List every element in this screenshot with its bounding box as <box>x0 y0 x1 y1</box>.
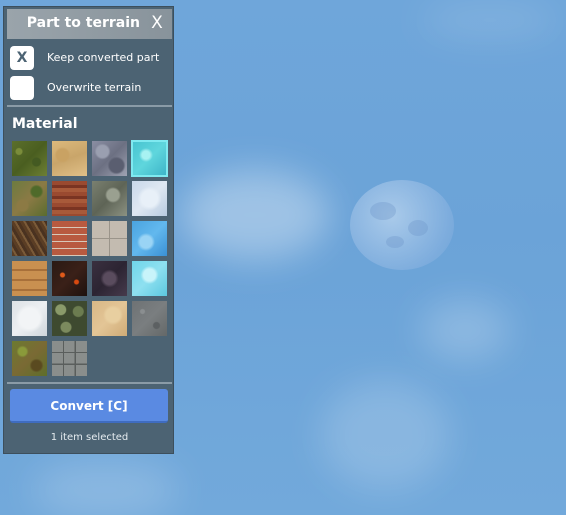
overwrite-terrain-checkbox[interactable] <box>10 76 34 100</box>
convert-button[interactable]: Convert [C] <box>10 389 168 423</box>
cloud <box>420 0 560 40</box>
cloud <box>30 460 180 515</box>
material-swatch-mud[interactable] <box>12 221 47 256</box>
panel-title: Part to terrain <box>26 15 140 31</box>
material-swatch-wood[interactable] <box>52 181 87 216</box>
material-swatch-ice[interactable] <box>132 221 167 256</box>
divider <box>7 382 172 384</box>
keep-converted-part-label: Keep converted part <box>47 51 160 64</box>
material-swatch-pavement[interactable] <box>52 341 87 376</box>
option-keep-converted-part[interactable]: X Keep converted part <box>10 46 170 70</box>
material-swatch-asphalt[interactable] <box>132 301 167 336</box>
material-swatch-sandstone[interactable] <box>92 301 127 336</box>
material-swatch-rock[interactable] <box>92 141 127 176</box>
material-swatch-sand[interactable] <box>52 141 87 176</box>
overwrite-terrain-label: Overwrite terrain <box>47 81 142 94</box>
cloud <box>320 380 450 490</box>
material-swatch-brick[interactable] <box>52 221 87 256</box>
cloud <box>420 300 510 360</box>
keep-converted-part-checkbox[interactable]: X <box>10 46 34 70</box>
material-swatch-cice[interactable] <box>132 261 167 296</box>
material-swatch-lava[interactable] <box>52 261 87 296</box>
panel-titlebar[interactable]: Part to terrain X <box>7 9 172 39</box>
material-swatch-concrete[interactable] <box>92 221 127 256</box>
material-swatch-wplank[interactable] <box>12 261 47 296</box>
material-swatch-snow[interactable] <box>12 301 47 336</box>
close-icon[interactable]: X <box>148 12 166 34</box>
option-overwrite-terrain[interactable]: Overwrite terrain <box>10 76 170 100</box>
selection-status: 1 item selected <box>50 432 129 443</box>
cloud <box>180 170 330 260</box>
material-swatch-grass[interactable] <box>12 141 47 176</box>
material-swatch-water[interactable] <box>131 140 168 177</box>
material-swatch-glacier[interactable] <box>132 181 167 216</box>
material-swatch-slate[interactable] <box>92 181 127 216</box>
part-to-terrain-panel: Part to terrain X X Keep converted part … <box>3 6 174 454</box>
material-heading: Material <box>12 116 78 132</box>
material-swatch-basalt[interactable] <box>92 261 127 296</box>
material-swatch-cobble[interactable] <box>52 301 87 336</box>
material-swatch-leafy[interactable] <box>12 181 47 216</box>
moon <box>350 180 454 270</box>
divider <box>7 105 172 107</box>
material-swatch-ground[interactable] <box>12 341 47 376</box>
material-grid <box>12 140 172 376</box>
